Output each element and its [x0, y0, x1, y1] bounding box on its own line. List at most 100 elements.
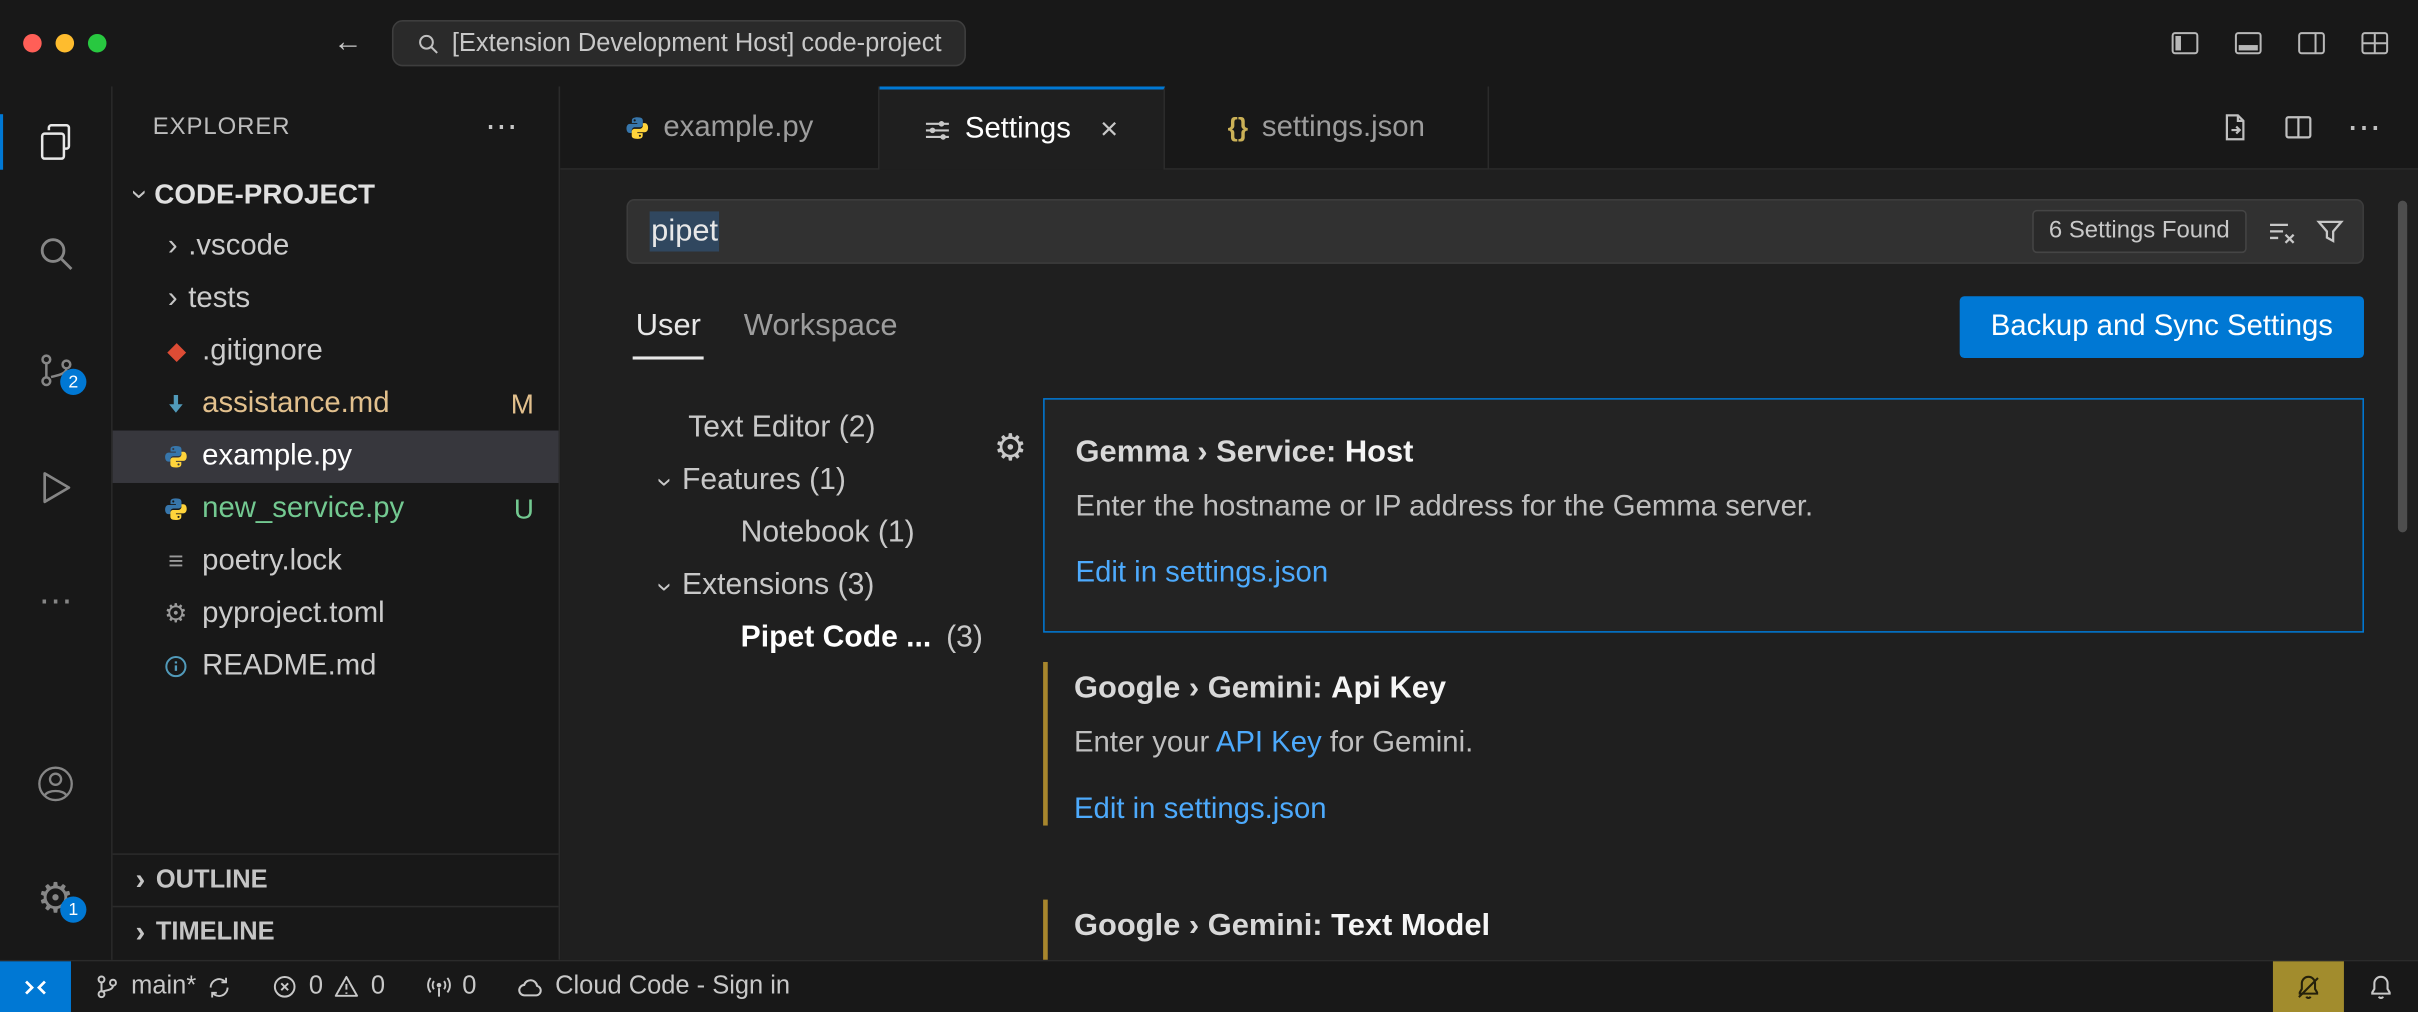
remote-indicator[interactable] [0, 961, 71, 1012]
customize-layout-icon[interactable] [2359, 28, 2390, 59]
explorer-more-actions-icon[interactable]: ⋯ [485, 108, 518, 147]
setting-description: Enter your API Key for Gemini. [1074, 724, 2364, 764]
toc-item-pipet-code[interactable]: Pipet Code ... (3) [648, 611, 1021, 663]
close-tab-icon[interactable]: × [1100, 114, 1118, 145]
tab-label: Settings [965, 113, 1071, 147]
command-center[interactable]: [Extension Development Host] code-projec… [392, 20, 966, 66]
bell-icon [2367, 973, 2395, 1001]
python-file-icon [164, 444, 189, 469]
info-file-icon [164, 654, 189, 679]
setting-gemma-service-host[interactable]: Gemma › Service: Host Enter the hostname… [1043, 398, 2364, 633]
settings-gear-icon[interactable]: ⚙ 1 [0, 872, 111, 924]
tree-item-new-service-py[interactable]: new_service.py U [113, 483, 559, 535]
toc-item-text-editor[interactable]: Text Editor (2) [648, 401, 1021, 453]
filter-icon[interactable] [2316, 218, 2344, 246]
ports-status-item[interactable]: 0 [411, 961, 490, 1012]
edit-in-settings-json-link[interactable]: Edit in settings.json [1074, 790, 1327, 830]
tree-item-tests[interactable]: › tests [113, 273, 559, 325]
account-icon[interactable] [0, 758, 111, 810]
branch-name: main* [131, 972, 196, 1001]
cloud-code-status-item[interactable]: Cloud Code - Sign in [503, 961, 804, 1012]
command-center-title: [Extension Development Host] code-projec… [452, 29, 942, 58]
sync-icon [207, 974, 232, 999]
git-branch-icon [94, 974, 120, 1000]
tree-item-vscode[interactable]: › .vscode [113, 221, 559, 273]
tab-example-py[interactable]: example.py [560, 86, 879, 169]
zoom-window-button[interactable] [88, 34, 107, 53]
chevron-right-icon: › [125, 863, 156, 897]
toc-item-extensions[interactable]: › Extensions (3) [648, 559, 1021, 611]
close-window-button[interactable] [23, 34, 42, 53]
git-untracked-badge: U [514, 493, 534, 525]
scrollbar-thumb[interactable] [2398, 201, 2407, 533]
radio-tower-icon [425, 974, 451, 1000]
clear-filters-icon[interactable] [2267, 217, 2296, 246]
timeline-section-header[interactable]: › TIMELINE [113, 906, 559, 958]
chevron-down-icon: › [649, 463, 681, 497]
source-control-activity-icon[interactable]: 2 [0, 344, 111, 396]
tree-item-poetry-lock[interactable]: ≡ poetry.lock [113, 535, 559, 587]
split-editor-icon[interactable] [2284, 113, 2313, 142]
back-icon[interactable]: ← [333, 26, 362, 60]
branch-status-item[interactable]: main* [80, 961, 245, 1012]
do-not-disturb-status-item[interactable] [2273, 961, 2344, 1012]
tree-item-pyproject-toml[interactable]: ⚙ pyproject.toml [113, 588, 559, 640]
python-file-icon [625, 115, 650, 140]
setting-title: Google › Gemini: Text Model [1074, 906, 2364, 946]
python-file-icon [164, 497, 189, 522]
markdown-file-icon [164, 392, 189, 417]
modified-indicator [1043, 900, 1048, 960]
run-debug-activity-icon[interactable] [0, 461, 111, 513]
explorer-activity-icon[interactable] [0, 116, 111, 168]
problems-status-item[interactable]: 0 0 [258, 961, 399, 1012]
toc-item-features[interactable]: › Features (1) [648, 454, 1021, 506]
tab-settings[interactable]: Settings × [880, 86, 1165, 169]
edit-in-settings-json-link[interactable]: Edit in settings.json [1076, 554, 1329, 594]
tab-label: settings.json [1262, 110, 1425, 144]
settings-search-input[interactable]: pipet 6 Settings Found [626, 199, 2363, 264]
more-actions-icon[interactable]: ⋯ [2347, 110, 2381, 144]
setting-title: Gemma › Service: Host [1076, 432, 2363, 472]
scope-tab-workspace[interactable]: Workspace [744, 309, 898, 344]
lock-file-icon: ≡ [164, 549, 189, 574]
chevron-right-icon: › [157, 230, 188, 264]
notifications-status-item[interactable] [2344, 961, 2418, 1012]
outline-section-header[interactable]: › OUTLINE [113, 853, 559, 905]
settings-editor: pipet 6 Settings Found User Workspace Ba… [560, 170, 2418, 960]
ports-count: 0 [462, 972, 476, 1001]
api-key-link[interactable]: API Key [1216, 727, 1322, 759]
active-scope-underline [633, 356, 704, 359]
vscode-window: ← → [Extension Development Host] code-pr… [0, 0, 2418, 1012]
git-file-icon [164, 340, 189, 363]
open-changes-icon[interactable] [2220, 113, 2249, 142]
cloud-code-label: Cloud Code - Sign in [555, 972, 790, 1001]
more-views-icon[interactable]: ⋯ [0, 576, 111, 628]
search-text: pipet [650, 214, 2012, 249]
tab-label: example.py [663, 110, 813, 144]
tree-item-gitignore[interactable]: .gitignore [113, 326, 559, 378]
scope-tab-user[interactable]: User [636, 309, 701, 344]
errors-icon [272, 974, 298, 1000]
toggle-secondary-sidebar-icon[interactable] [2296, 28, 2327, 59]
title-bar: ← → [Extension Development Host] code-pr… [0, 0, 2418, 86]
setting-google-gemini-text-model[interactable]: Google › Gemini: Text Model [1043, 873, 2364, 946]
editor-group: example.py Settings × {} settings.json ⋯ [560, 86, 2418, 959]
minimize-window-button[interactable] [56, 34, 75, 53]
sidebar-header: EXPLORER ⋯ [113, 86, 559, 168]
tree-item-readme-md[interactable]: README.md [113, 640, 559, 692]
tab-settings-json[interactable]: {} settings.json [1165, 86, 1489, 169]
modified-indicator [1043, 662, 1048, 826]
backup-sync-settings-button[interactable]: Backup and Sync Settings [1960, 296, 2364, 358]
search-activity-icon[interactable] [0, 227, 111, 279]
toggle-panel-icon[interactable] [2233, 28, 2264, 59]
settings-gear-badge: 1 [60, 897, 86, 923]
toml-file-icon: ⚙ [164, 602, 189, 627]
setting-row-gear-icon[interactable]: ⚙ [994, 426, 1027, 471]
tree-root-code-project[interactable]: › CODE-PROJECT [113, 168, 559, 220]
warning-count: 0 [371, 972, 385, 1001]
tree-item-assistance-md[interactable]: assistance.md M [113, 378, 559, 430]
tree-item-example-py[interactable]: example.py [113, 431, 559, 483]
toc-item-notebook[interactable]: Notebook (1) [648, 506, 1021, 558]
toggle-primary-sidebar-icon[interactable] [2170, 28, 2201, 59]
setting-google-gemini-api-key[interactable]: Google › Gemini: Api Key Enter your API … [1043, 636, 2364, 830]
